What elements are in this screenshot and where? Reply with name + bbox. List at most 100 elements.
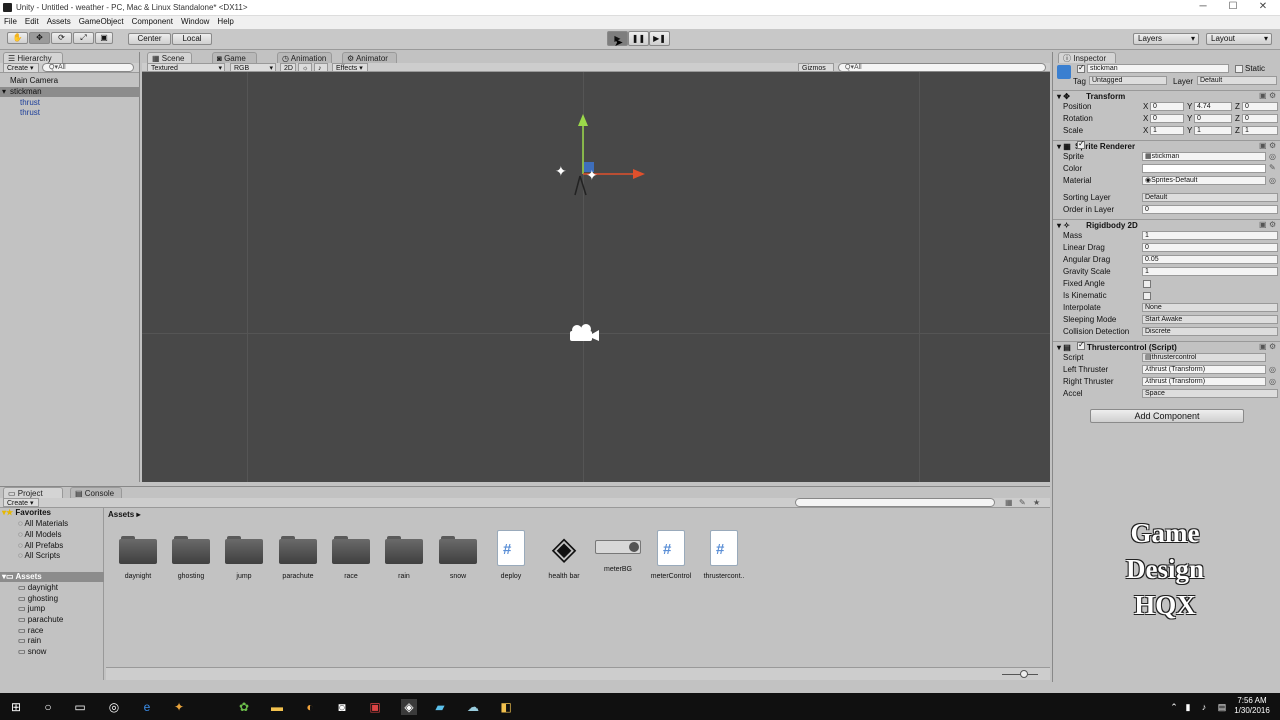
app-icon[interactable]: ☁: [465, 699, 481, 715]
layer-dropdown[interactable]: Default: [1197, 76, 1277, 85]
pivot-center-button[interactable]: Center: [128, 33, 171, 45]
angular-drag-field[interactable]: 0.05: [1142, 255, 1278, 264]
menu-assets[interactable]: Assets: [43, 16, 75, 27]
transform-header[interactable]: ▾ ✥ Transform: [1053, 90, 1280, 101]
audio-icon[interactable]: ♪: [314, 63, 328, 72]
sprite-field[interactable]: ▦stickman: [1142, 152, 1266, 161]
color-field[interactable]: [1142, 164, 1266, 173]
file-explorer-icon[interactable]: ▬: [269, 699, 285, 715]
lighting-icon[interactable]: ☼: [298, 63, 312, 72]
volume-icon[interactable]: ♪: [1196, 699, 1212, 715]
hierarchy-item-main-camera[interactable]: Main Camera: [0, 76, 140, 86]
tree-folder[interactable]: ▭ ghosting: [0, 594, 104, 604]
tab-animator[interactable]: ⚙ Animator: [342, 52, 397, 63]
asset-prefab[interactable]: ◈ health bar: [538, 530, 590, 580]
app-icon[interactable]: ✿: [236, 699, 252, 715]
gravity-scale-field[interactable]: 1: [1142, 267, 1278, 276]
active-checkbox[interactable]: [1077, 63, 1085, 73]
clock[interactable]: 7:56 AM 1/30/2016: [1232, 696, 1272, 716]
expand-arrow-icon[interactable]: ▾: [2, 87, 6, 97]
layers-dropdown[interactable]: Layers ▾: [1133, 33, 1199, 45]
favorite-item[interactable]: ◌ All Materials: [0, 519, 104, 529]
2d-toggle[interactable]: 2D: [280, 63, 296, 72]
sorting-layer-dropdown[interactable]: Default: [1142, 193, 1278, 202]
favorite-star-icon[interactable]: ★: [1033, 498, 1040, 507]
tree-folder[interactable]: ▭ daynight: [0, 583, 104, 593]
asset-script[interactable]: # meterControl: [645, 530, 697, 580]
interpolate-dropdown[interactable]: None: [1142, 303, 1278, 312]
app-icon[interactable]: ◙: [334, 699, 350, 715]
scene-search-input[interactable]: Q▾All: [838, 63, 1046, 72]
app-icon[interactable]: ▰: [432, 699, 448, 715]
script-field[interactable]: ▤thrustercontrol: [1142, 353, 1266, 362]
tab-hierarchy[interactable]: ☰ Hierarchy: [3, 52, 63, 63]
asset-script[interactable]: # thrustercont..: [698, 530, 750, 580]
rigidbody2d-header[interactable]: ▾ ✧ Rigidbody 2D: [1053, 219, 1280, 230]
menu-window[interactable]: Window: [177, 16, 213, 27]
tree-folder[interactable]: ▭ snow: [0, 647, 104, 657]
position-y-field[interactable]: 4.74: [1194, 102, 1232, 111]
effects-dropdown[interactable]: Effects ▾: [332, 63, 368, 72]
hierarchy-item-thrust[interactable]: thrust: [0, 108, 140, 118]
gear-icon[interactable]: ⚙: [1269, 342, 1276, 351]
tab-game[interactable]: ◙ Game: [212, 52, 257, 63]
position-x-field[interactable]: 0: [1150, 102, 1184, 111]
favorites-header[interactable]: ▾★ Favorites: [0, 508, 104, 518]
rotation-x-field[interactable]: 0: [1150, 114, 1184, 123]
collision-detection-dropdown[interactable]: Discrete: [1142, 327, 1278, 336]
material-field[interactable]: ◉Sprites-Default: [1142, 176, 1266, 185]
hierarchy-create-button[interactable]: Create ▾: [3, 63, 39, 73]
object-picker-icon[interactable]: ◎: [1269, 152, 1276, 161]
step-button[interactable]: ▶❚: [649, 31, 670, 46]
pivot-local-button[interactable]: Local: [172, 33, 212, 45]
gizmos-dropdown[interactable]: Gizmos ▾: [798, 63, 834, 81]
edge-icon[interactable]: e: [139, 699, 155, 715]
scene-view[interactable]: ✦ ✦: [142, 72, 1050, 482]
help-icon[interactable]: ▣: [1259, 342, 1267, 351]
notifications-icon[interactable]: ▤: [1214, 699, 1230, 715]
tree-folder[interactable]: ▭ jump: [0, 604, 104, 614]
linear-drag-field[interactable]: 0: [1142, 243, 1278, 252]
zoom-slider-thumb[interactable]: [1020, 670, 1028, 678]
menu-help[interactable]: Help: [213, 16, 237, 27]
rotate-tool-icon[interactable]: ⟳: [51, 32, 72, 44]
tab-scene[interactable]: ▦ Scene: [147, 52, 192, 63]
render-mode-dropdown[interactable]: RGB ▾: [230, 63, 276, 72]
asset-folder[interactable]: ghosting: [165, 534, 217, 580]
gear-icon[interactable]: ⚙: [1269, 141, 1276, 150]
rotation-z-field[interactable]: 0: [1242, 114, 1278, 123]
tag-dropdown[interactable]: Untagged: [1089, 76, 1167, 85]
accel-dropdown[interactable]: Space: [1142, 389, 1278, 398]
asset-script[interactable]: # deploy: [485, 530, 537, 580]
scale-tool-icon[interactable]: ⤢: [73, 32, 94, 44]
network-icon[interactable]: ▮: [1180, 699, 1196, 715]
favorite-item[interactable]: ◌ All Prefabs: [0, 541, 104, 551]
add-component-button[interactable]: Add Component: [1090, 409, 1244, 423]
scale-x-field[interactable]: 1: [1150, 126, 1184, 135]
asset-folder[interactable]: jump: [218, 534, 270, 580]
help-icon[interactable]: ▣: [1259, 91, 1267, 100]
object-picker-icon[interactable]: ◎: [1269, 365, 1276, 374]
asset-folder[interactable]: rain: [378, 534, 430, 580]
close-icon[interactable]: ✕: [1248, 1, 1278, 12]
thrustercontrol-header[interactable]: ▾ ▤ Thrustercontrol (Script): [1053, 341, 1280, 352]
asset-folder[interactable]: race: [325, 534, 377, 580]
rotation-y-field[interactable]: 0: [1194, 114, 1232, 123]
order-in-layer-field[interactable]: 0: [1142, 205, 1278, 214]
left-thruster-field[interactable]: ⅄thrust (Transform): [1142, 365, 1266, 374]
asset-folder[interactable]: daynight: [112, 534, 164, 580]
tab-console[interactable]: ▤ Console: [70, 487, 122, 498]
favorite-item[interactable]: ◌ All Models: [0, 530, 104, 540]
tree-folder[interactable]: ▭ parachute: [0, 615, 104, 625]
hierarchy-item-thrust[interactable]: thrust: [0, 98, 140, 108]
breadcrumb[interactable]: Assets ▸: [108, 510, 140, 519]
mass-field[interactable]: 1: [1142, 231, 1278, 240]
help-icon[interactable]: ▣: [1259, 141, 1267, 150]
filter-type-icon[interactable]: ▦: [1005, 498, 1013, 507]
fixed-angle-checkbox[interactable]: [1143, 280, 1151, 288]
move-gizmo[interactable]: ✦ ✦: [542, 112, 662, 202]
maximize-icon[interactable]: ☐: [1218, 1, 1248, 12]
search-icon[interactable]: ○: [40, 699, 56, 715]
project-create-button[interactable]: Create ▾: [3, 498, 39, 507]
sprite-renderer-header[interactable]: ▾ ▦ Sprite Renderer: [1053, 140, 1280, 151]
